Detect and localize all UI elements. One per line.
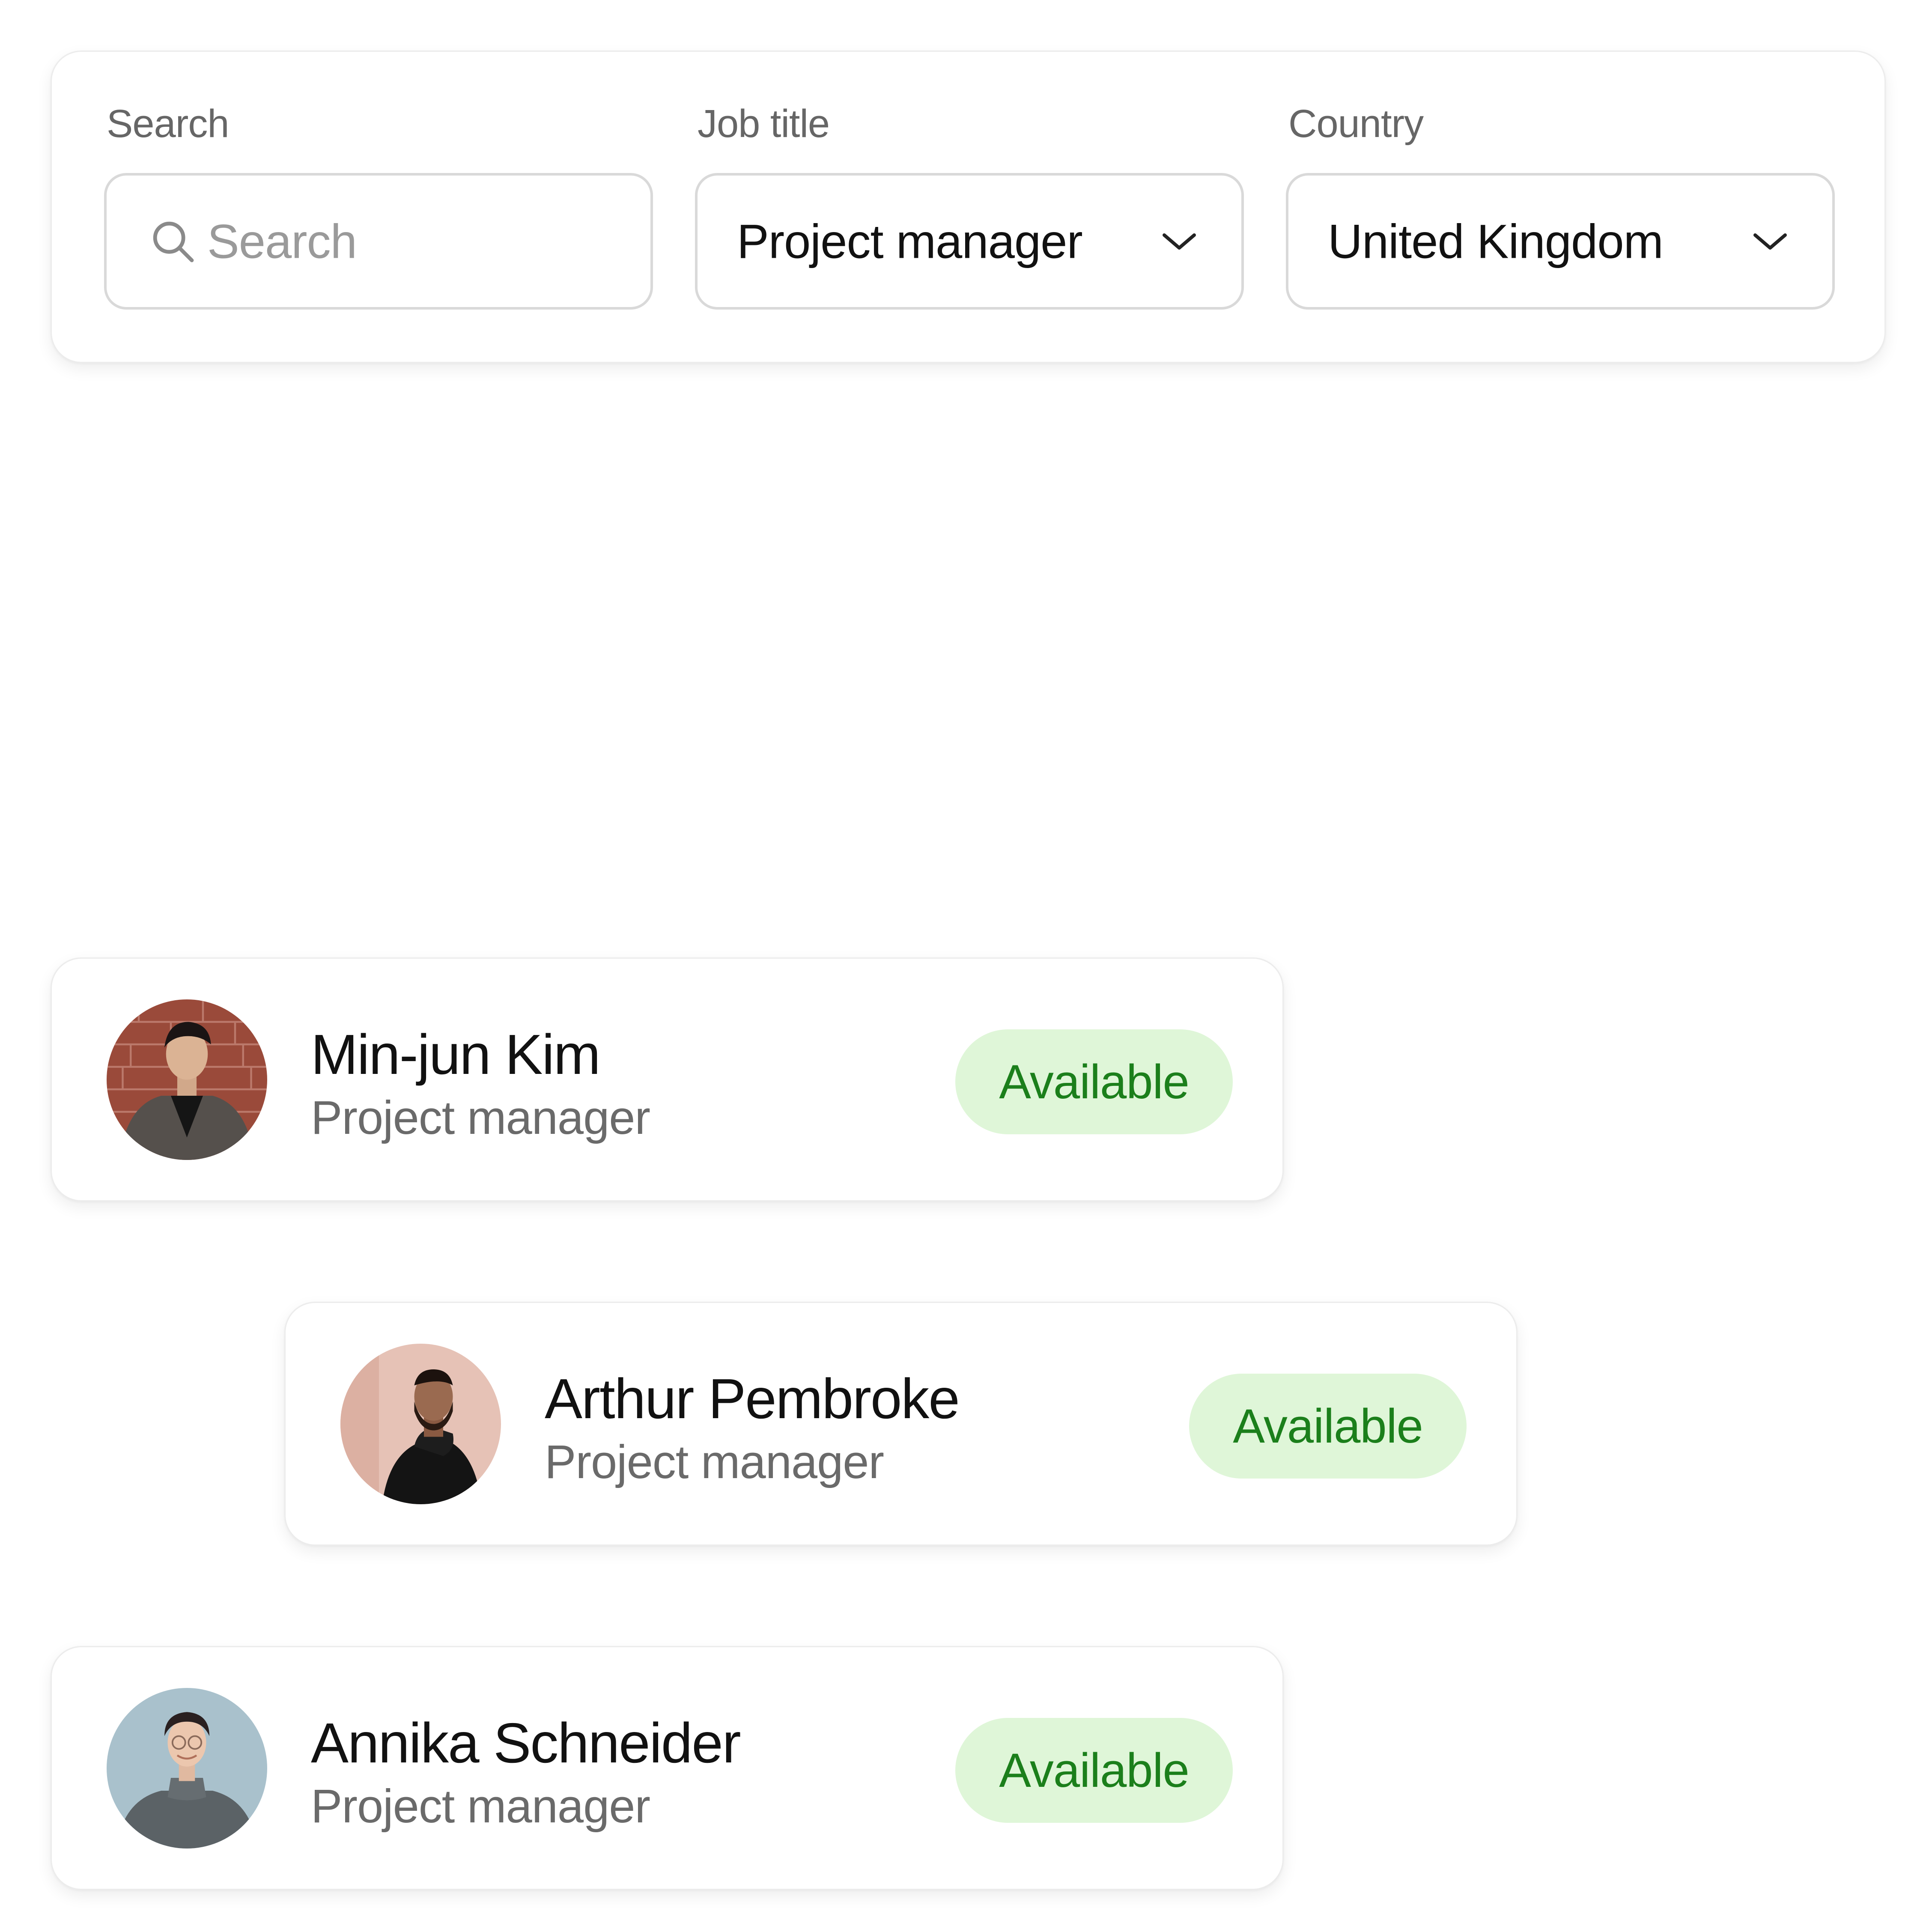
avatar xyxy=(107,1688,267,1849)
search-label: Search xyxy=(107,102,229,146)
person-card[interactable]: Arthur Pembroke Project manager Availabl… xyxy=(284,1302,1518,1546)
search-placeholder: Search xyxy=(207,215,357,268)
chevron-down-icon xyxy=(1751,229,1789,254)
person-card[interactable]: Min-jun Kim Project manager Available xyxy=(51,957,1284,1202)
avatar xyxy=(107,999,267,1160)
person-name: Min-jun Kim xyxy=(311,1023,601,1086)
job-title-select[interactable]: Project manager xyxy=(695,173,1244,310)
country-value: United Kingdom xyxy=(1328,215,1664,268)
job-title-label: Job title xyxy=(698,102,830,146)
filter-panel: Search Search Job title Project manager … xyxy=(51,51,1886,363)
status-badge: Available xyxy=(955,1029,1233,1134)
search-icon xyxy=(149,218,197,265)
search-input[interactable]: Search xyxy=(104,173,653,310)
status-badge: Available xyxy=(1189,1374,1467,1479)
job-title-value: Project manager xyxy=(737,215,1083,268)
chevron-down-icon xyxy=(1160,229,1199,254)
person-name: Annika Schneider xyxy=(311,1711,741,1774)
country-select[interactable]: United Kingdom xyxy=(1286,173,1835,310)
avatar xyxy=(340,1344,501,1504)
person-role: Project manager xyxy=(545,1436,884,1488)
status-badge: Available xyxy=(955,1718,1233,1823)
person-name: Arthur Pembroke xyxy=(545,1367,960,1430)
country-label: Country xyxy=(1288,102,1424,146)
person-role: Project manager xyxy=(311,1091,650,1144)
person-role: Project manager xyxy=(311,1780,650,1833)
person-card[interactable]: Annika Schneider Project manager Availab… xyxy=(51,1646,1284,1890)
